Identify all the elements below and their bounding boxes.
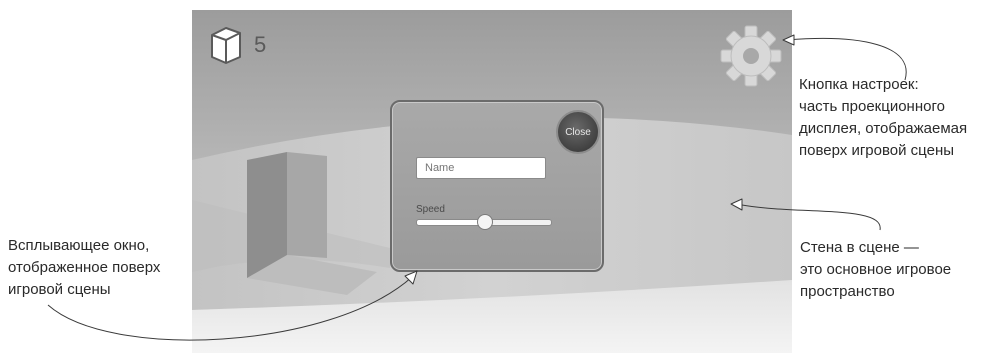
annotation-line: игровой сцены — [8, 281, 111, 298]
annotation-line: поверх игровой сцены — [799, 142, 955, 159]
annotation-line: Кнопка настроек: — [799, 76, 919, 93]
annotation-line: Стена в сцене — — [800, 239, 919, 256]
wall-arrowhead — [730, 198, 743, 211]
annotation-line: пространство — [800, 283, 895, 300]
popup-annotation: Всплывающее окно, отображенное поверх иг… — [8, 235, 160, 301]
annotation-line: это основное игровое — [800, 261, 952, 278]
annotation-line: отображенное поверх — [8, 259, 161, 276]
popup-arrowhead — [404, 270, 418, 285]
annotation-line: Всплывающее окно, — [8, 237, 150, 254]
wall-annotation: Стена в сцене — это основное игровое про… — [800, 237, 951, 303]
wall-pointer-line — [741, 204, 881, 231]
annotation-line: часть проекционного — [799, 98, 945, 115]
annotation-line: дисплея, отображаемая — [799, 120, 968, 137]
settings-annotation: Кнопка настроек: часть проекционного дис… — [799, 74, 967, 162]
settings-arrowhead — [782, 34, 795, 46]
